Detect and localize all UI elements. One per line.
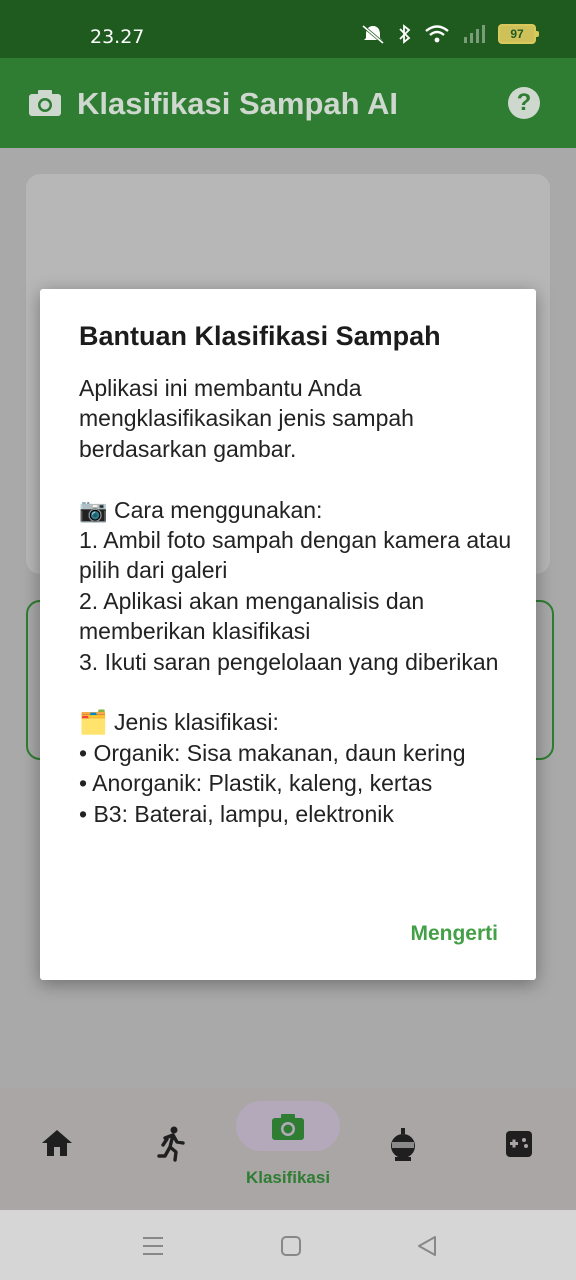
nav-item-classify[interactable] (271, 1112, 305, 1147)
app-title: Klasifikasi Sampah AI (77, 86, 399, 121)
camera-icon (28, 88, 62, 123)
nav-item-assistant[interactable] (390, 1128, 416, 1167)
nav-item-game[interactable] (505, 1130, 533, 1163)
run-icon (157, 1126, 185, 1162)
nav-item-activity[interactable] (156, 1126, 186, 1167)
status-time: 23.27 (90, 26, 145, 48)
recent-apps-icon[interactable] (142, 1236, 164, 1256)
status-bar: 23.27 97 (0, 0, 576, 58)
system-navigation (0, 1210, 576, 1280)
dialog-title: Bantuan Klasifikasi Sampah (79, 321, 441, 351)
help-icon[interactable]: ? (508, 87, 540, 119)
signal-icon (464, 25, 485, 43)
nav-label-classify: Klasifikasi (245, 1168, 331, 1187)
battery-indicator: 97 (498, 24, 539, 44)
confirm-button[interactable]: Mengerti (410, 922, 498, 946)
mute-icon (362, 24, 384, 44)
robot-icon (391, 1128, 415, 1161)
bottom-navigation: Klasifikasi (0, 1088, 576, 1210)
bluetooth-icon (399, 24, 411, 44)
camera-icon (272, 1114, 304, 1140)
dialog-body: Aplikasi ini membantu Anda mengklasifika… (79, 375, 512, 827)
nav-item-home[interactable] (40, 1128, 74, 1163)
app-bar: Klasifikasi Sampah AI ? (0, 58, 576, 148)
status-icons: 97 (360, 24, 539, 44)
home-button-icon[interactable] (280, 1235, 302, 1257)
back-icon[interactable] (416, 1235, 438, 1257)
help-dialog: Bantuan Klasifikasi Sampah Aplikasi ini … (40, 289, 536, 980)
wifi-icon (425, 25, 449, 43)
gamepad-icon (506, 1131, 532, 1157)
home-icon (42, 1130, 72, 1156)
